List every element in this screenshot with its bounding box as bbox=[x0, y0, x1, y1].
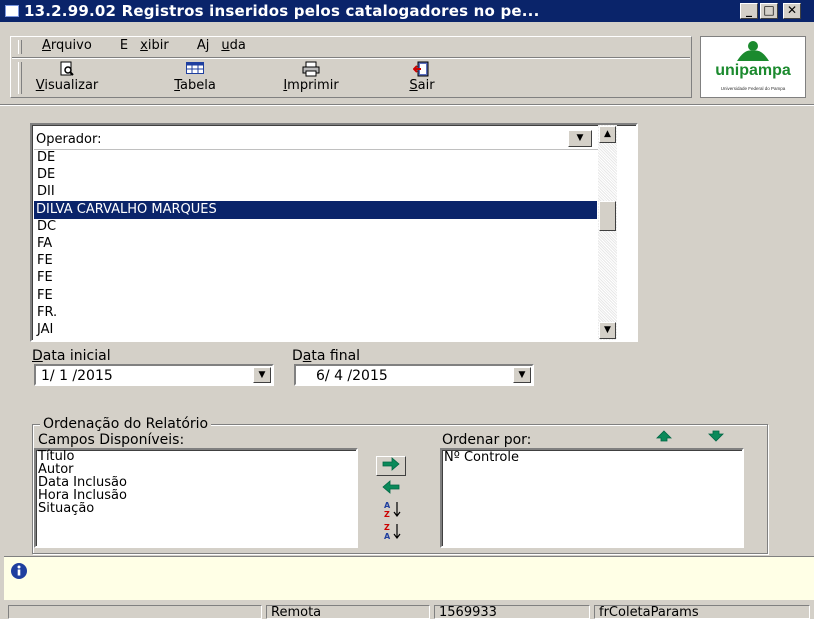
data-final-dropdown[interactable]: ▼ bbox=[513, 367, 531, 383]
tabela-button[interactable]: Tabela bbox=[165, 61, 225, 93]
operador-dropdown-button[interactable]: ▼ bbox=[568, 130, 592, 147]
unipampa-logo: unipampa Universidade Federal do Pampa bbox=[700, 36, 806, 98]
scroll-up-button[interactable]: ▲ bbox=[599, 126, 616, 143]
operador-item[interactable]: DII bbox=[35, 183, 595, 201]
data-inicial-value: 1/ 1 /2015 bbox=[41, 368, 113, 384]
window-title: 13.2.99.02 Registros inseridos pelos cat… bbox=[24, 2, 540, 20]
svg-text:A: A bbox=[384, 501, 391, 510]
campos-disponiveis-list[interactable]: Título Autor Data Inclusão Hora Inclusão Sit… bbox=[34, 448, 358, 548]
table-icon bbox=[165, 61, 225, 77]
remove-field-button[interactable] bbox=[381, 480, 401, 498]
campos-disponiveis-items: Título Autor Data Inclusão Hora Inclusão Sit… bbox=[38, 450, 127, 515]
operador-item[interactable]: FA bbox=[35, 235, 595, 253]
menu-bar: Arquivo Exibir Aj uda bbox=[30, 38, 270, 56]
scroll-down-button[interactable]: ▼ bbox=[599, 322, 616, 339]
operador-item[interactable]: FR. bbox=[35, 304, 595, 322]
toolbar-bottom-divider bbox=[0, 104, 814, 106]
chevron-down-icon: ▼ bbox=[604, 325, 611, 335]
data-final-field[interactable]: 6/ 4 /2015 ▼ bbox=[294, 364, 534, 386]
minimize-button[interactable]: _ bbox=[740, 3, 758, 19]
chevron-down-icon: ▼ bbox=[518, 370, 526, 380]
chevron-down-icon: ▼ bbox=[576, 133, 584, 143]
imprimir-button[interactable]: Imprimir bbox=[276, 61, 346, 93]
sort-descending-button[interactable]: ZA bbox=[384, 522, 404, 544]
campos-disponiveis-label: Campos Disponíveis: bbox=[38, 432, 185, 448]
menu-arquivo[interactable]: Arquivo bbox=[30, 38, 104, 53]
menu-divider bbox=[12, 57, 690, 59]
move-up-button[interactable] bbox=[656, 430, 672, 446]
menu-ajuda[interactable]: Aj uda bbox=[197, 38, 258, 53]
svg-text:Z: Z bbox=[384, 510, 390, 518]
move-down-button[interactable] bbox=[708, 430, 724, 446]
campo-disponivel-item[interactable]: Situação bbox=[38, 502, 127, 515]
info-panel bbox=[4, 556, 814, 600]
operador-item[interactable]: DE bbox=[35, 149, 595, 167]
operador-item[interactable]: JAI bbox=[35, 321, 595, 339]
operador-item[interactable]: FE bbox=[35, 269, 595, 287]
sort-za-icon: ZA bbox=[384, 523, 401, 541]
logo-wordmark: unipampa bbox=[715, 62, 791, 79]
data-final-value: 6/ 4 /2015 bbox=[316, 368, 388, 384]
data-inicial-dropdown[interactable]: ▼ bbox=[253, 367, 271, 383]
add-field-button[interactable] bbox=[376, 456, 406, 476]
arrow-up-icon bbox=[656, 430, 672, 442]
operador-label: Operador: bbox=[36, 132, 102, 147]
ordenar-por-item[interactable]: Nº Controle bbox=[444, 451, 519, 464]
toolbar-grip bbox=[18, 62, 22, 94]
operador-scrollbar[interactable]: ▲ ▼ bbox=[598, 125, 617, 340]
sair-button[interactable]: Sair bbox=[402, 61, 442, 93]
chevron-up-icon: ▲ bbox=[604, 129, 611, 139]
preview-icon bbox=[32, 61, 102, 77]
ordenar-por-list[interactable]: Nº Controle bbox=[440, 448, 744, 548]
sort-az-icon: AZ bbox=[384, 501, 401, 519]
ordenacao-group-label: Ordenação do Relatório bbox=[40, 416, 212, 432]
ordenar-por-label: Ordenar por: bbox=[442, 432, 532, 448]
operador-item[interactable]: FE bbox=[35, 252, 595, 270]
maximize-button[interactable]: □ bbox=[760, 3, 778, 19]
sort-ascending-button[interactable]: AZ bbox=[384, 500, 404, 522]
close-button[interactable]: ✕ bbox=[783, 3, 801, 19]
exit-door-icon bbox=[402, 61, 442, 77]
operador-item[interactable]: DC bbox=[35, 218, 595, 236]
operador-item-selected[interactable]: DILVA CARVALHO MARQUES bbox=[34, 200, 597, 219]
scroll-thumb[interactable] bbox=[599, 201, 616, 231]
svg-text:Z: Z bbox=[384, 523, 390, 532]
app-icon bbox=[5, 5, 19, 17]
logo-subtitle: Universidade Federal do Pampa bbox=[721, 86, 786, 91]
ordenar-por-items: Nº Controle bbox=[444, 451, 519, 464]
operador-item[interactable]: FE bbox=[35, 287, 595, 305]
visualizar-button[interactable]: Visualizar bbox=[32, 61, 102, 93]
arrow-down-icon bbox=[708, 430, 724, 442]
menu-grip bbox=[18, 40, 22, 54]
operador-header: Operador: ▼ bbox=[34, 127, 598, 150]
menu-exibir[interactable]: Exibir bbox=[120, 38, 181, 53]
data-inicial-label: Data inicial bbox=[32, 348, 111, 364]
chevron-down-icon: ▼ bbox=[258, 370, 266, 380]
arrow-right-icon bbox=[382, 457, 400, 471]
title-bar: 13.2.99.02 Registros inseridos pelos cat… bbox=[0, 0, 814, 22]
data-final-label: Data final bbox=[292, 348, 361, 364]
svg-text:A: A bbox=[384, 532, 391, 540]
arrow-left-icon bbox=[382, 480, 400, 494]
data-inicial-field[interactable]: 1/ 1 /2015 ▼ bbox=[34, 364, 274, 386]
operador-item[interactable]: DE bbox=[35, 166, 595, 184]
printer-icon bbox=[276, 61, 346, 77]
info-icon bbox=[11, 563, 27, 579]
operador-list[interactable]: Operador: ▼ DE DE DII DILVA CARVALHO MARQUE… bbox=[30, 123, 638, 342]
